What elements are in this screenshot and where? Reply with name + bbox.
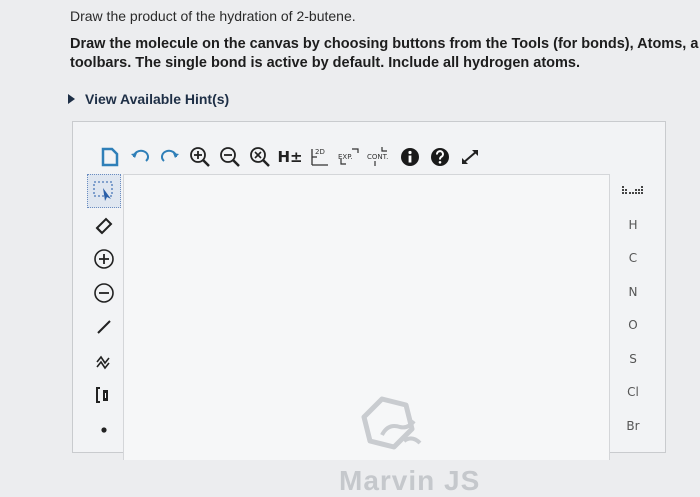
atom-button-h[interactable]: H xyxy=(613,208,653,242)
marvin-logo-icon xyxy=(361,396,422,450)
eraser-icon xyxy=(95,217,113,235)
minus-charge-icon xyxy=(94,283,114,303)
atom-button-o[interactable]: O xyxy=(613,309,653,343)
zoom-out-button[interactable] xyxy=(215,142,245,172)
h-toggle-label: H± xyxy=(277,148,303,166)
zoom-reset-button[interactable] xyxy=(245,142,275,172)
contract-icon: CONT. xyxy=(367,146,393,168)
redo-icon xyxy=(161,149,179,162)
expand-icon: EXP. xyxy=(338,146,362,168)
instruction-line-1: Draw the molecule on the canvas by choos… xyxy=(70,36,699,52)
negative-charge-tool[interactable] xyxy=(87,276,121,310)
info-icon xyxy=(401,148,419,166)
new-document-icon xyxy=(101,147,119,167)
expand-button[interactable]: EXP. xyxy=(335,142,365,172)
redo-button[interactable] xyxy=(155,142,185,172)
clean-2d-icon: 2D xyxy=(309,146,331,168)
hint-label: View Available Hint(s) xyxy=(85,91,230,107)
zoom-out-icon xyxy=(220,147,240,167)
atom-button-cl[interactable]: Cl xyxy=(613,376,653,410)
instruction-line-2: toolbars. The single bond is active by d… xyxy=(70,55,581,71)
plus-charge-icon xyxy=(94,249,114,269)
marvin-editor: H± 2D EXP. CONT. Marvin JS H C N O S Cl … xyxy=(72,121,666,496)
template-tool[interactable] xyxy=(87,378,121,412)
help-button[interactable] xyxy=(425,142,455,172)
undo-button[interactable] xyxy=(125,142,155,172)
help-icon xyxy=(431,148,449,166)
atom-button-n[interactable]: N xyxy=(613,275,653,309)
atom-button-c[interactable]: C xyxy=(613,242,653,276)
top-toolbar: H± 2D EXP. CONT. xyxy=(95,142,485,172)
add-hydrogens-button[interactable]: H± xyxy=(275,142,305,172)
atom-button-s[interactable]: S xyxy=(613,342,653,376)
chain-tool[interactable] xyxy=(87,344,121,378)
new-document-button[interactable] xyxy=(95,142,125,172)
atom-button-br[interactable]: Br xyxy=(613,409,653,443)
periodic-table-button[interactable] xyxy=(613,174,653,208)
positive-charge-tool[interactable] xyxy=(87,242,121,276)
info-button[interactable] xyxy=(395,142,425,172)
left-toolbar xyxy=(87,174,121,446)
eraser-tool[interactable] xyxy=(87,208,121,242)
bracket-template-icon xyxy=(96,387,108,403)
chain-icon xyxy=(96,355,110,370)
clean-2d-button[interactable]: 2D xyxy=(305,142,335,172)
zoom-in-icon xyxy=(190,147,210,167)
more-dot-icon xyxy=(101,427,107,433)
contract-button[interactable]: CONT. xyxy=(365,142,395,172)
rect-select-icon xyxy=(93,181,113,201)
periodic-table-icon xyxy=(622,186,643,194)
marvin-watermark: Marvin JS xyxy=(339,465,481,496)
zoom-in-button[interactable] xyxy=(185,142,215,172)
view-hints-link[interactable]: View Available Hint(s) xyxy=(68,91,229,107)
single-bond-icon xyxy=(97,320,111,334)
instructions: Draw the molecule on the canvas by choos… xyxy=(70,35,700,73)
selection-tool[interactable] xyxy=(87,174,121,208)
atoms-toolbar: H C N O S Cl Br xyxy=(613,174,653,443)
undo-icon xyxy=(131,149,149,162)
drawing-canvas[interactable]: Marvin JS xyxy=(123,174,610,496)
expand-triangle-icon xyxy=(68,94,75,104)
zoom-reset-icon xyxy=(250,147,270,167)
single-bond-tool[interactable] xyxy=(87,310,121,344)
fullscreen-icon xyxy=(462,150,478,164)
fullscreen-button[interactable] xyxy=(455,142,485,172)
question-prompt: Draw the product of the hydration of 2-b… xyxy=(70,8,356,24)
